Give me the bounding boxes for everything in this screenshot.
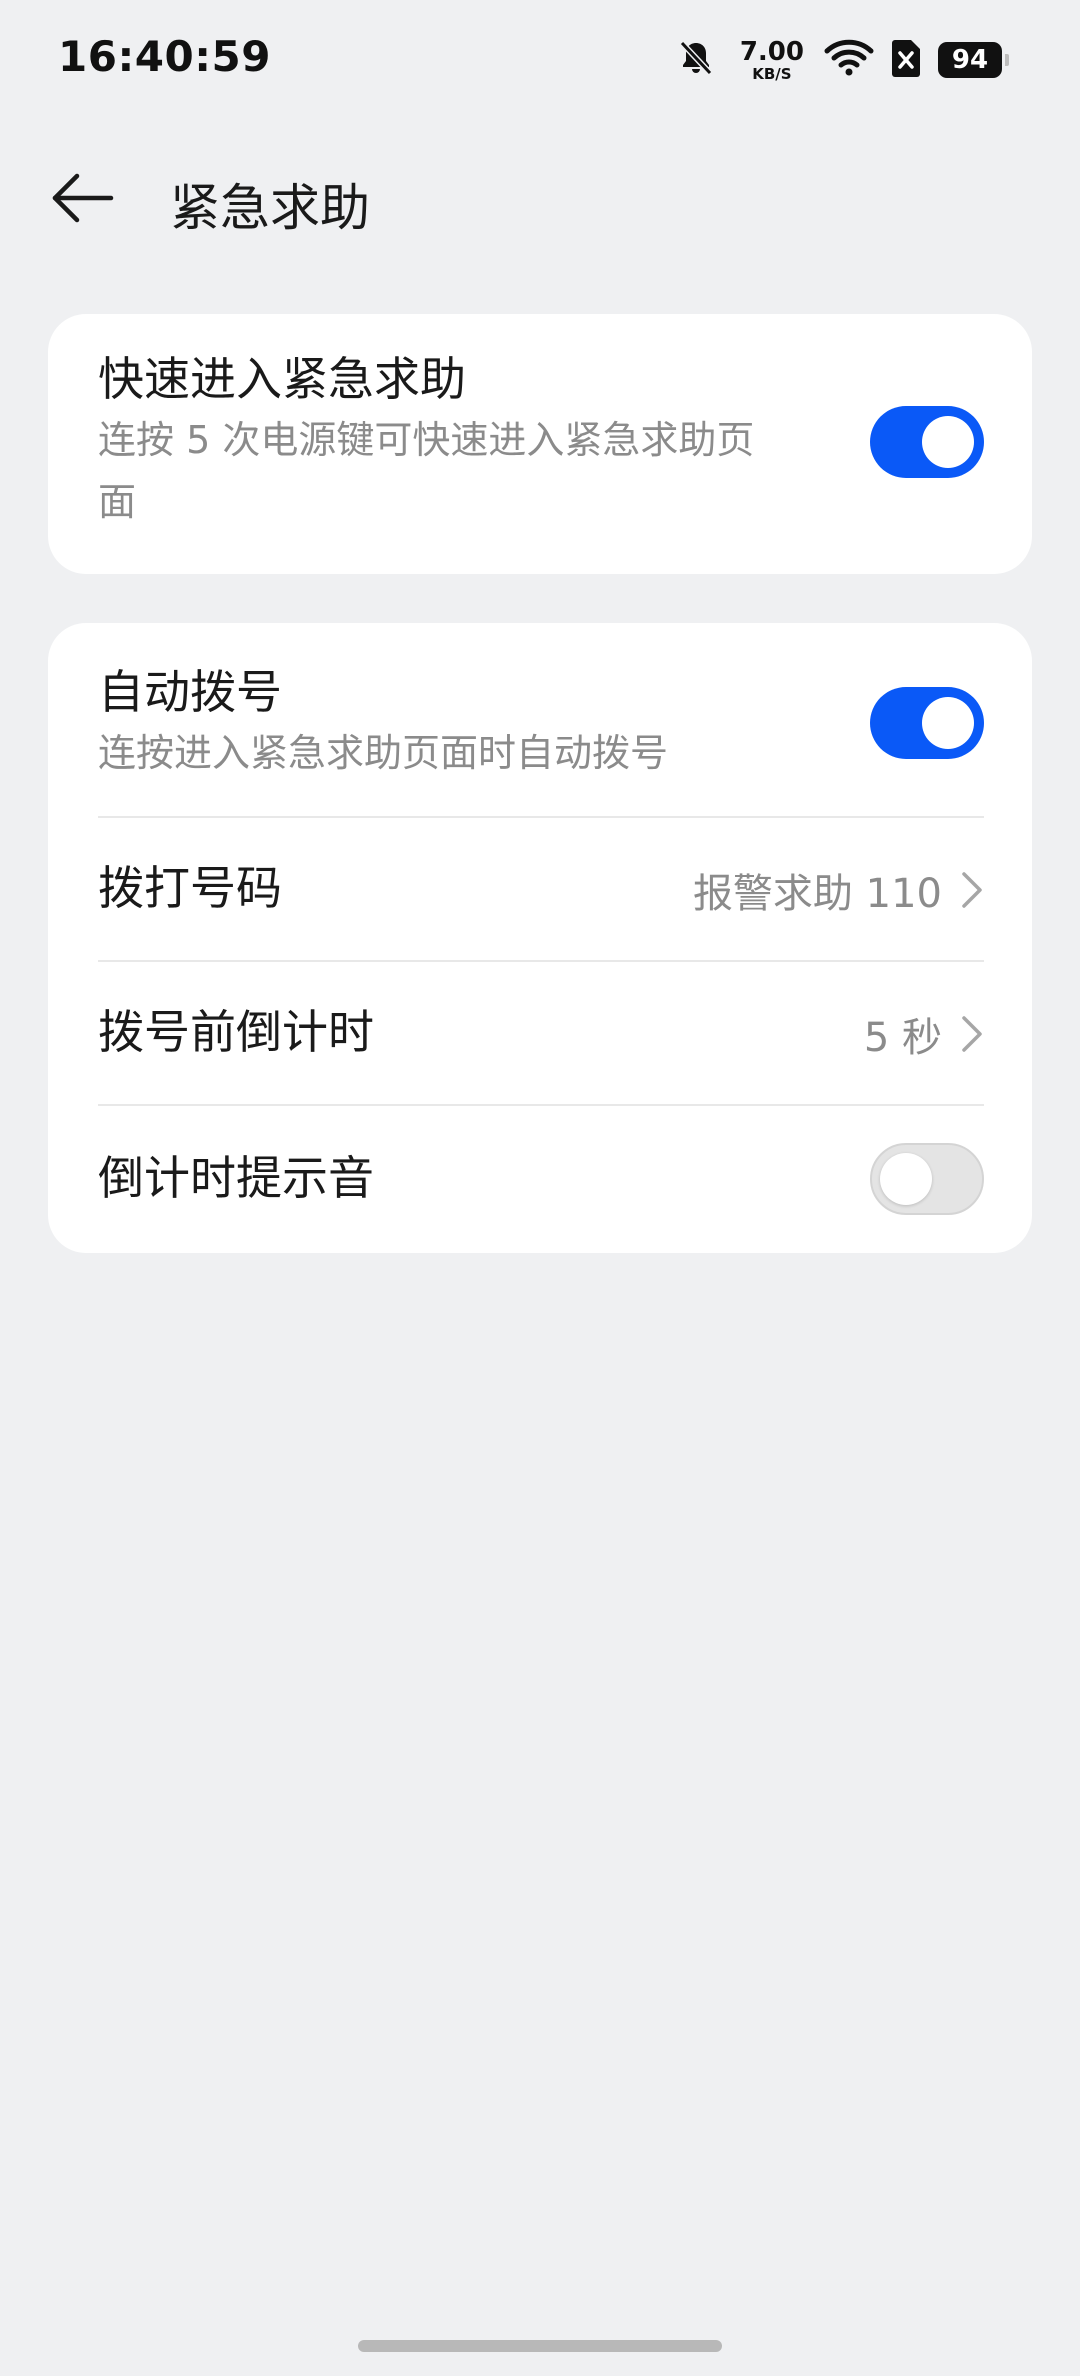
- toggle-knob: [922, 416, 974, 468]
- status-icons: 7.00 KB/S 94: [676, 34, 1009, 86]
- auto-dial-toggle[interactable]: [870, 687, 984, 759]
- quick-entry-subtitle: 连按 5 次电源键可快速进入紧急求助页 面: [98, 409, 838, 533]
- quick-entry-toggle[interactable]: [870, 406, 984, 478]
- countdown-row[interactable]: 拨号前倒计时 5 秒: [98, 961, 984, 1105]
- countdown-sound-title: 倒计时提示音: [98, 1151, 374, 1205]
- auto-dial-card: 自动拨号 连按进入紧急求助页面时自动拨号 拨打号码 报警求助 110 拨号前倒计…: [48, 623, 1032, 1253]
- sim-none-icon: [890, 38, 922, 82]
- status-bar: 16:40:59 7.00 KB/S 94: [0, 0, 1080, 120]
- arrow-left-icon: [52, 173, 114, 223]
- countdown-title: 拨号前倒计时: [98, 1005, 374, 1059]
- home-indicator[interactable]: [358, 2340, 722, 2352]
- quick-entry-subtitle-line1: 连按 5 次电源键可快速进入紧急求助页: [98, 418, 755, 463]
- dial-number-value-group: 报警求助 110: [693, 861, 984, 919]
- countdown-value-group: 5 秒: [864, 1005, 984, 1063]
- net-speed: 7.00 KB/S: [740, 39, 804, 82]
- net-speed-unit: KB/S: [752, 64, 792, 83]
- header: 紧急求助: [0, 150, 1080, 250]
- battery-icon: 94: [938, 42, 1009, 78]
- bell-muted-icon: [676, 38, 716, 82]
- countdown-value: 5 秒: [863, 1015, 942, 1061]
- auto-dial-title: 自动拨号: [98, 665, 282, 719]
- toggle-knob: [922, 697, 974, 749]
- auto-dial-subtitle: 连按进入紧急求助页面时自动拨号: [98, 731, 669, 776]
- quick-entry-title: 快速进入紧急求助: [98, 352, 466, 406]
- chevron-right-icon: [962, 1016, 982, 1052]
- auto-dial-row[interactable]: 自动拨号 连按进入紧急求助页面时自动拨号: [98, 665, 984, 784]
- net-speed-value: 7.00: [739, 36, 804, 67]
- quick-entry-card: 快速进入紧急求助 连按 5 次电源键可快速进入紧急求助页 面: [48, 314, 1032, 574]
- chevron-right-icon: [962, 872, 982, 908]
- countdown-sound-row[interactable]: 倒计时提示音: [98, 1105, 984, 1253]
- quick-entry-subtitle-line2: 面: [98, 480, 137, 525]
- toggle-knob: [880, 1153, 932, 1205]
- dial-number-row[interactable]: 拨打号码 报警求助 110: [98, 817, 984, 961]
- quick-entry-row[interactable]: 快速进入紧急求助 连按 5 次电源键可快速进入紧急求助页 面: [98, 352, 984, 533]
- back-button[interactable]: [50, 168, 116, 228]
- dial-number-value: 报警求助 110: [692, 871, 942, 917]
- wifi-icon: [824, 38, 874, 82]
- status-time: 16:40:59: [58, 32, 271, 81]
- page-title: 紧急求助: [170, 179, 370, 237]
- countdown-sound-toggle[interactable]: [870, 1143, 984, 1215]
- dial-number-title: 拨打号码: [98, 861, 282, 915]
